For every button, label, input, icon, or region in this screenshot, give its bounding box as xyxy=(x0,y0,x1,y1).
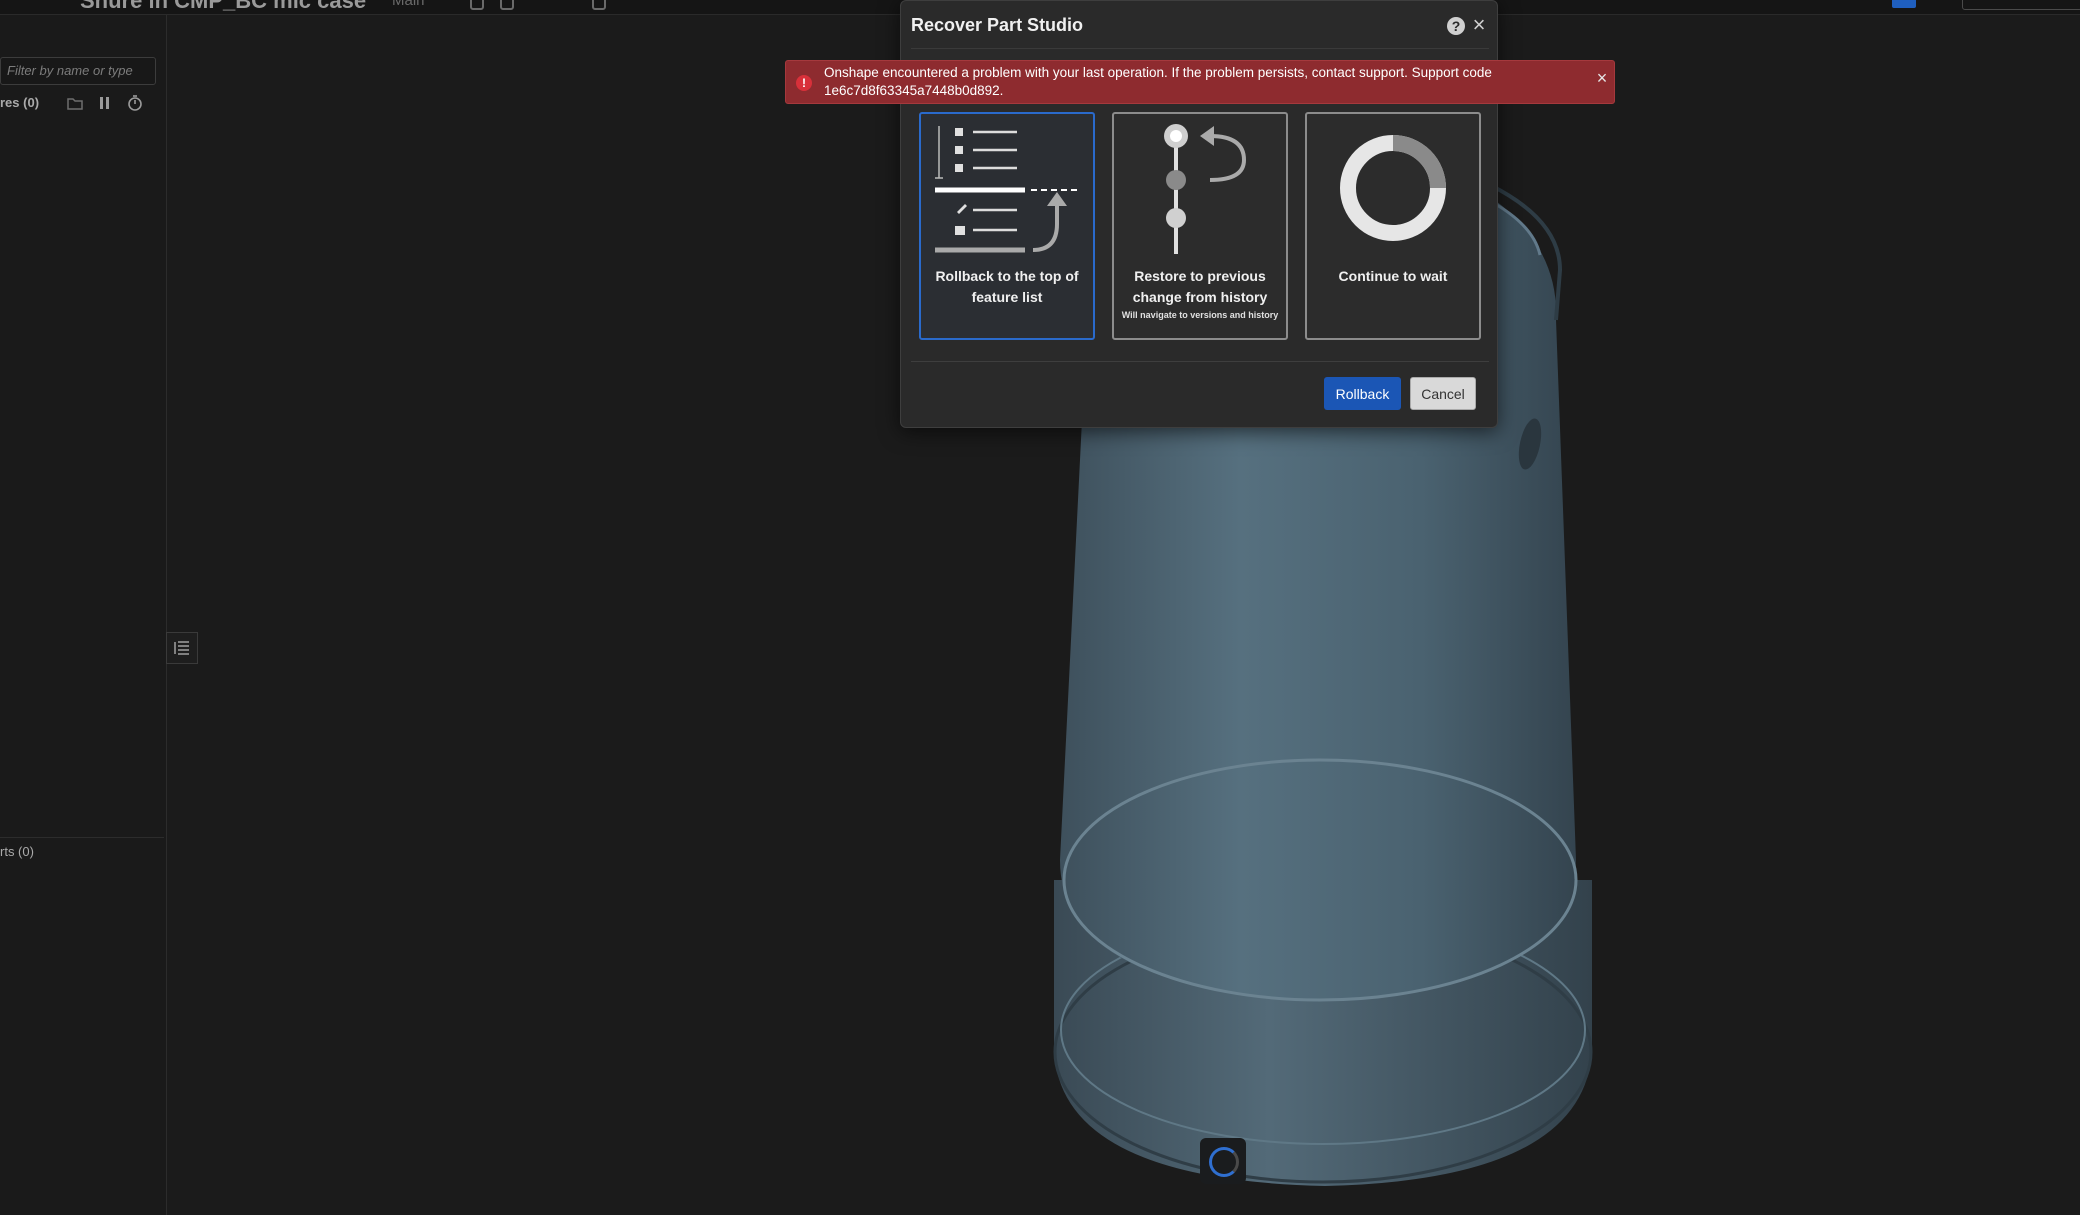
option-label: Restore to previous change from history xyxy=(1132,268,1268,305)
error-message: Onshape encountered a problem with your … xyxy=(824,65,1492,98)
close-icon[interactable]: × xyxy=(1469,13,1489,37)
option-restore-from-history[interactable]: Restore to previous change from history … xyxy=(1112,112,1288,340)
history-restore-icon xyxy=(1164,124,1247,254)
feature-list-rollback-icon xyxy=(935,126,1081,253)
dialog-divider xyxy=(911,48,1489,49)
rollback-button[interactable]: Rollback xyxy=(1324,377,1401,410)
option-continue-to-wait[interactable]: Continue to wait xyxy=(1305,112,1481,340)
cancel-button[interactable]: Cancel xyxy=(1410,377,1476,410)
option-sublabel: Will navigate to versions and history xyxy=(1121,310,1279,320)
error-banner: ! Onshape encountered a problem with you… xyxy=(785,60,1615,104)
dialog-footer-divider xyxy=(911,361,1489,362)
option-label: Continue to wait xyxy=(1338,268,1448,284)
option-rollback-to-top[interactable]: Rollback to the top of feature list xyxy=(919,112,1095,340)
loading-spinner xyxy=(1200,1138,1246,1184)
error-icon: ! xyxy=(796,75,812,91)
progress-ring-icon xyxy=(1340,135,1446,241)
option-label: Rollback to the top of feature list xyxy=(935,268,1079,305)
close-icon[interactable]: × xyxy=(1594,67,1610,89)
dialog-title: Recover Part Studio xyxy=(911,15,1084,35)
help-icon[interactable]: ? xyxy=(1447,17,1465,35)
